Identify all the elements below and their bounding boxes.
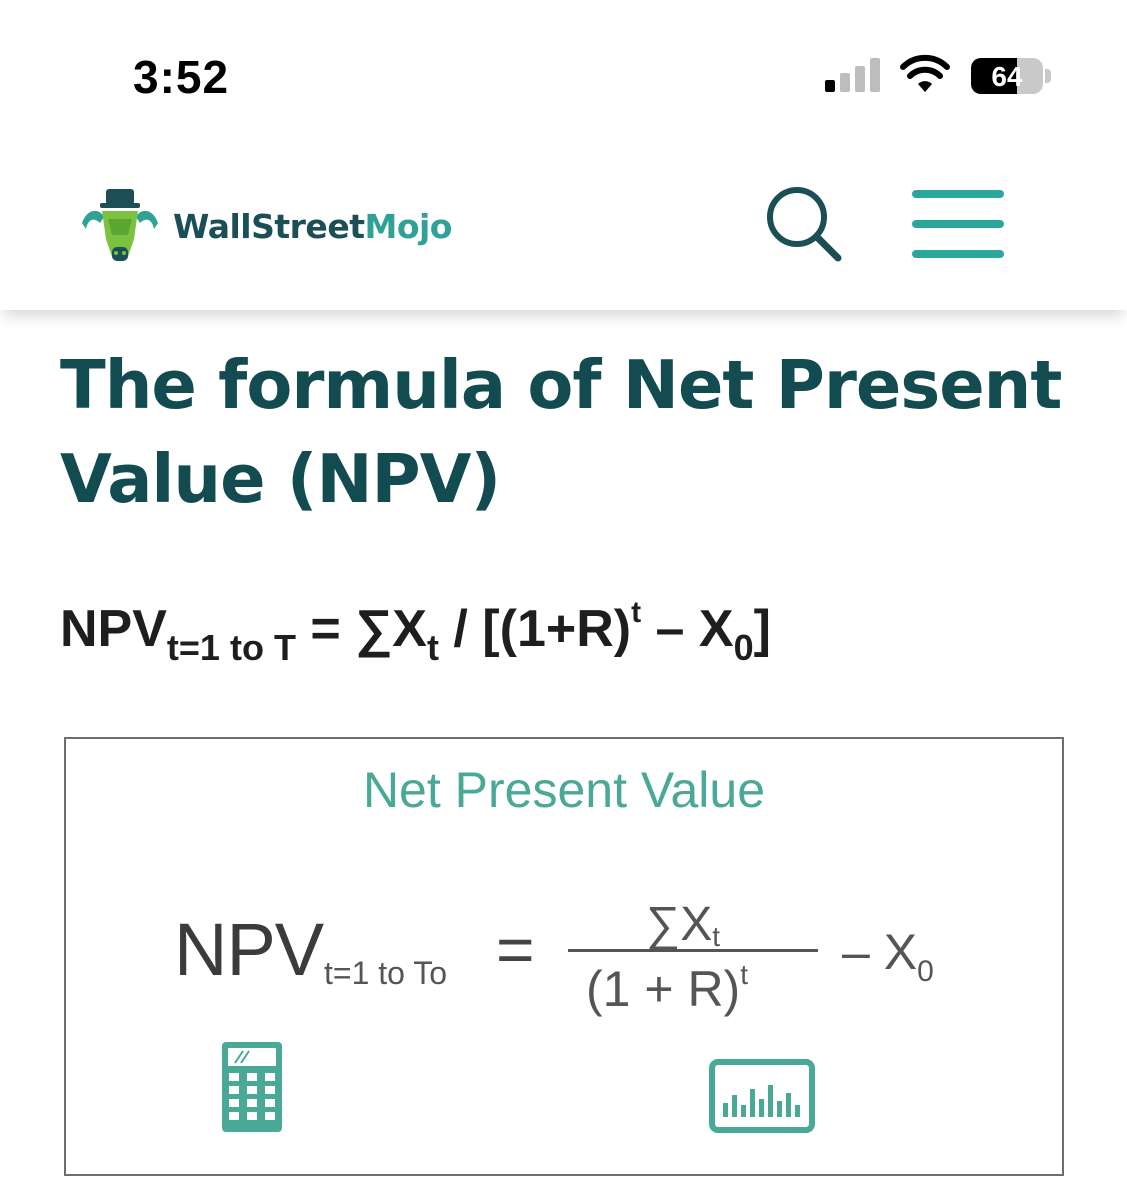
formula-divide: / [(1+R) [438,600,632,658]
cellular-signal-icon [825,58,880,92]
figure-minus-subscript: 0 [917,955,934,988]
formula-lhs: NPV [60,600,167,658]
menu-bar-top [912,190,1004,198]
figure-numerator-text: ∑X [646,898,713,951]
figure-denominator: (1 + R)t [586,959,748,1018]
figure-npv-label: NPV [174,908,324,991]
hamburger-menu-icon[interactable] [910,188,1008,262]
bar-chart-icon [709,1059,815,1133]
formula-close-bracket: ] [753,600,771,658]
formula-sum-subscript: t [426,627,439,668]
site-logo-link[interactable]: WallStreetMojo [78,185,478,275]
formula-x0-subscript: 0 [733,627,754,668]
battery-cap [1045,69,1051,83]
article-title: The formula of Net Present Value (NPV) [60,346,1062,518]
menu-bar-middle [912,220,1004,228]
bull-logo-icon [82,189,158,261]
logo-text-wallstreet: WallStreet [173,207,365,246]
status-bar: 3:52 64 [0,0,1127,130]
formula-lhs-subscript: t=1 to T [166,627,296,668]
formula-power: t [631,596,642,629]
figure-denominator-text: (1 + R) [586,961,741,1017]
figure-numerator: ∑Xt [646,897,720,953]
npv-formula-text: NPVt=1 to T = ∑Xt / [(1+R)t – X0] [60,596,1070,669]
figure-npv-subscript: t=1 to To [324,955,448,991]
figure-denominator-superscript: t [740,959,748,990]
calculator-icon [222,1042,282,1132]
search-icon[interactable] [762,182,848,268]
figure-minus-term: – X0 [842,923,934,989]
formula-equals-sum: = ∑X [310,600,427,658]
logo-text-mojo: Mojo [364,207,452,246]
battery-percentage: 64 [991,61,1023,92]
figure-fraction-bar [568,949,818,952]
figure-numerator-subscript: t [712,921,721,952]
formula-minus: – X [641,600,734,658]
site-header: WallStreetMojo [0,130,1127,310]
battery-body: 64 [971,58,1043,94]
site-logo-text: WallStreetMojo [173,207,452,246]
wifi-icon [900,54,950,92]
figure-title: Net Present Value [362,762,766,818]
npv-formula-image: Net Present Value NPV t=1 to To = ∑Xt (1… [64,737,1064,1176]
menu-bar-bottom [912,250,1004,258]
figure-minus-text: – X [842,924,918,980]
status-time: 3:52 [133,51,230,103]
figure-equals-sign: = [496,912,535,986]
battery-indicator: 64 [971,58,1051,94]
